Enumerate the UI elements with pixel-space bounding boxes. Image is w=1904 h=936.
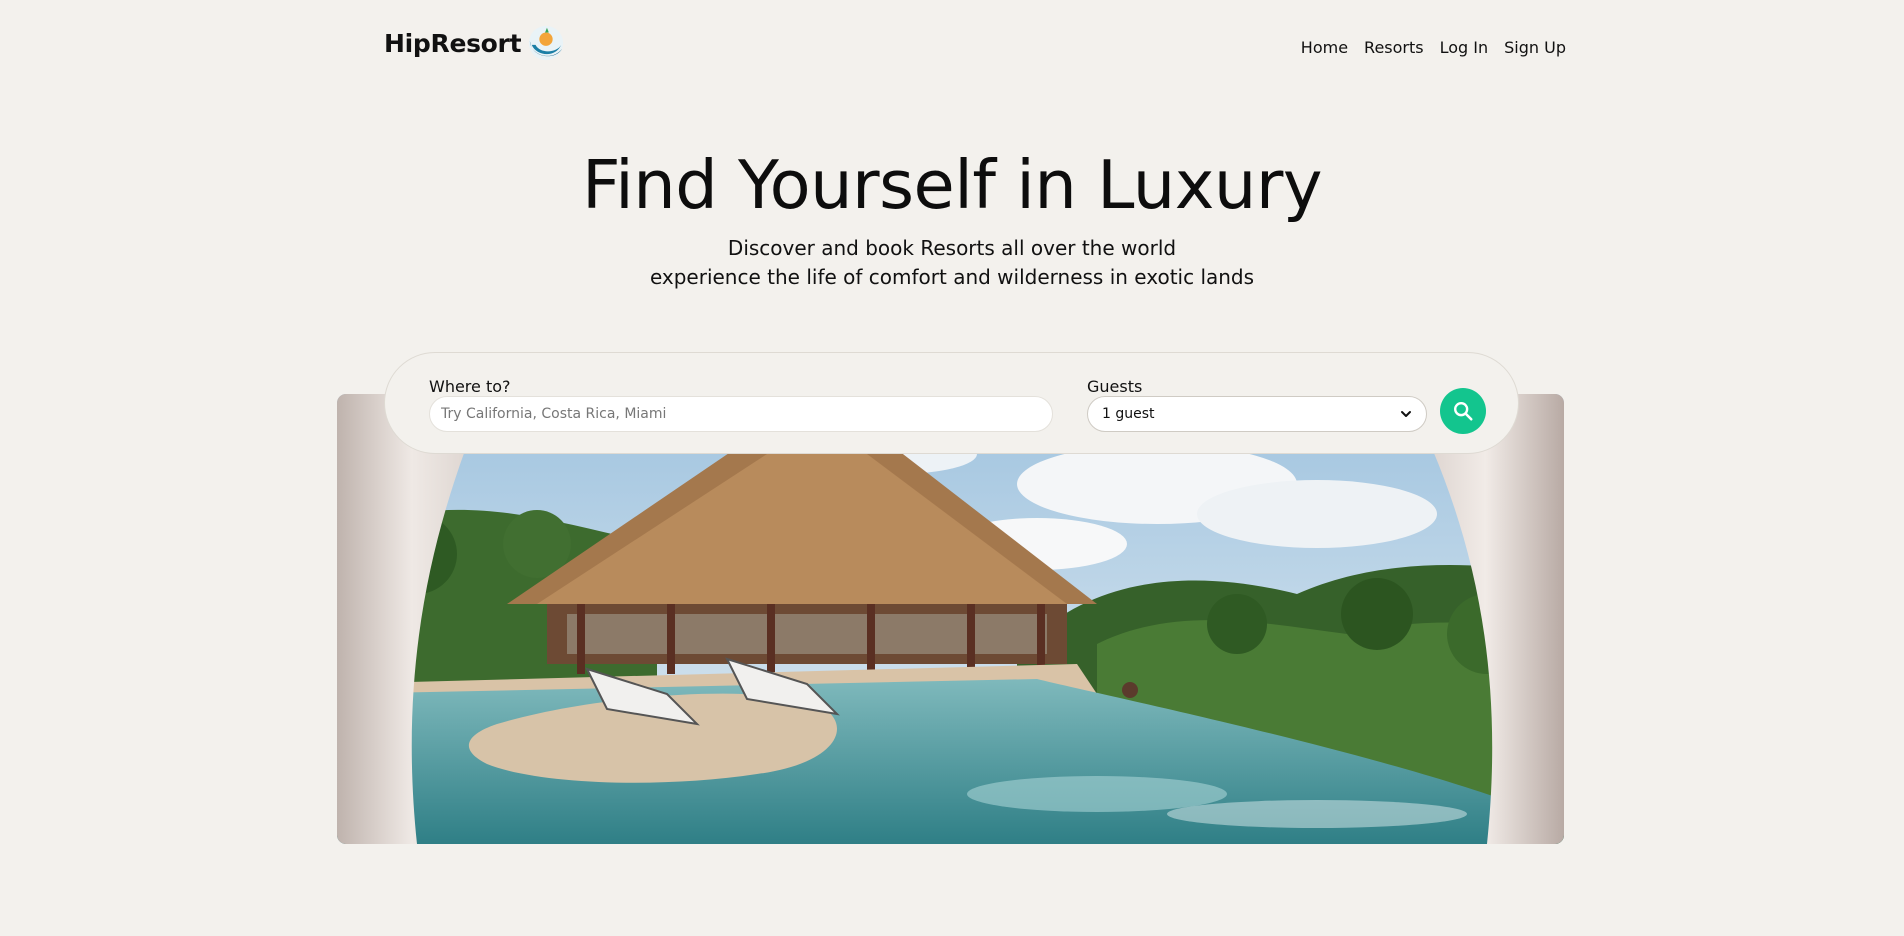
page: HipResort Home Resorts Log In Sign Up Fi… [0, 0, 1904, 936]
hero-image [337, 394, 1564, 844]
search-icon [1454, 402, 1473, 421]
nav-login-link[interactable]: Log In [1440, 38, 1489, 57]
guests-select-value: 1 guest [1102, 406, 1155, 422]
main-nav: Home Resorts Log In Sign Up [1301, 38, 1566, 57]
hero-title: Find Yourself in Luxury [581, 146, 1323, 224]
hero-subtitle: Discover and book Resorts all over the w… [0, 234, 1904, 292]
brand-logo[interactable]: HipResort [384, 24, 565, 62]
search-button[interactable] [1440, 388, 1486, 434]
chevron-down-icon [1401, 411, 1411, 417]
nav-signup-link[interactable]: Sign Up [1504, 38, 1566, 57]
nav-resorts-link[interactable]: Resorts [1364, 38, 1424, 57]
guests-select[interactable]: 1 guest [1087, 396, 1427, 432]
search-bar: Where to? Guests 1 guest [384, 352, 1519, 454]
guests-label: Guests [1087, 377, 1143, 396]
brand-name: HipResort [384, 28, 522, 58]
resort-pool-illustration [337, 394, 1564, 844]
where-input[interactable] [429, 396, 1053, 432]
hero-subtitle-line-2: experience the life of comfort and wilde… [649, 265, 1255, 289]
wave-sun-icon [529, 25, 564, 61]
where-label: Where to? [429, 377, 511, 396]
nav-home-link[interactable]: Home [1301, 38, 1348, 57]
hero-subtitle-line-1: Discover and book Resorts all over the w… [727, 236, 1177, 260]
